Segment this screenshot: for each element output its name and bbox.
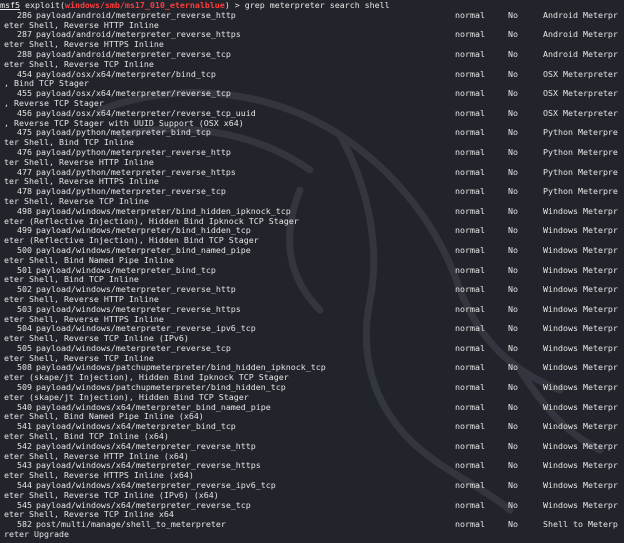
result-check: No bbox=[508, 88, 518, 99]
result-check: No bbox=[508, 519, 518, 530]
prompt-context-suffix: ) > bbox=[224, 0, 245, 10]
result-check: No bbox=[508, 401, 518, 412]
result-check: No bbox=[508, 244, 518, 255]
result-check: No bbox=[508, 29, 518, 40]
result-description: OSX Meterpreter bbox=[543, 89, 618, 99]
result-description: Windows Meterpr bbox=[543, 481, 618, 491]
result-check: No bbox=[508, 382, 518, 393]
result-description: Shell to Meterp bbox=[543, 520, 618, 530]
result-description: Windows Meterpr bbox=[543, 324, 618, 334]
result-rank: normal bbox=[455, 166, 485, 177]
result-rank: normal bbox=[455, 480, 485, 491]
result-rank: normal bbox=[455, 460, 485, 471]
result-check: No bbox=[508, 264, 518, 275]
result-rank: normal bbox=[455, 48, 485, 59]
terminal-output: msf5 exploit(windows/smb/ms17_010_eterna… bbox=[0, 0, 624, 540]
result-rank: normal bbox=[455, 362, 485, 373]
result-rank: normal bbox=[455, 499, 485, 510]
result-check: No bbox=[508, 205, 518, 216]
result-description: Windows Meterpr bbox=[543, 226, 618, 236]
result-check: No bbox=[508, 48, 518, 59]
result-check: No bbox=[508, 68, 518, 79]
search-results: 286 payload/android/meterpreter_reverse_h… bbox=[0, 9, 624, 540]
result-check: No bbox=[508, 421, 518, 432]
result-row: 454 payload/osx/x64/meterpreter/bind_tcp n… bbox=[0, 68, 624, 80]
result-description: OSX Meterpreter bbox=[543, 69, 618, 79]
result-rank: normal bbox=[455, 146, 485, 157]
result-description: Windows Meterpr bbox=[543, 206, 618, 216]
result-description: Android Meterpr bbox=[543, 30, 618, 40]
prompt-module: windows/smb/ms17_010_eternalblue bbox=[64, 0, 225, 10]
result-description: Android Meterpr bbox=[543, 49, 618, 59]
result-check: No bbox=[508, 107, 518, 118]
result-check: No bbox=[508, 323, 518, 334]
result-rank: normal bbox=[455, 382, 485, 393]
result-row-wrap: reter Upgrade bbox=[0, 529, 624, 540]
result-description: Windows Meterpr bbox=[543, 304, 618, 314]
result-rank: normal bbox=[455, 29, 485, 40]
result-check: No bbox=[508, 225, 518, 236]
result-check: No bbox=[508, 342, 518, 353]
result-description: Windows Meterpr bbox=[543, 265, 618, 275]
result-description: Windows Meterpr bbox=[543, 500, 618, 510]
result-check: No bbox=[508, 460, 518, 471]
result-check: No bbox=[508, 499, 518, 510]
result-description: OSX Meterpreter bbox=[543, 108, 618, 118]
result-description: Python Meterpre bbox=[543, 167, 618, 177]
result-rank: normal bbox=[455, 127, 485, 138]
result-rank: normal bbox=[455, 401, 485, 412]
result-rank: normal bbox=[455, 440, 485, 451]
result-rank: normal bbox=[455, 186, 485, 197]
result-rank: normal bbox=[455, 284, 485, 295]
result-rank: normal bbox=[455, 303, 485, 314]
result-description: Windows Meterpr bbox=[543, 422, 618, 432]
result-description: Android Meterpr bbox=[543, 10, 618, 20]
result-description: Python Meterpre bbox=[543, 147, 618, 157]
result-rank: normal bbox=[455, 323, 485, 334]
result-description: Windows Meterpr bbox=[543, 402, 618, 412]
result-check: No bbox=[508, 480, 518, 491]
result-rank: normal bbox=[455, 107, 485, 118]
result-description: Python Meterpre bbox=[543, 128, 618, 138]
result-check: No bbox=[508, 284, 518, 295]
result-rank: normal bbox=[455, 342, 485, 353]
result-description: Windows Meterpr bbox=[543, 441, 618, 451]
result-check: No bbox=[508, 127, 518, 138]
result-description: Windows Meterpr bbox=[543, 285, 618, 295]
result-rank: normal bbox=[455, 421, 485, 432]
result-description: Windows Meterpr bbox=[543, 245, 618, 255]
result-description-continuation: reter Upgrade bbox=[4, 529, 69, 540]
result-description: Windows Meterpr bbox=[543, 461, 618, 471]
result-rank: normal bbox=[455, 264, 485, 275]
result-rank: normal bbox=[455, 88, 485, 99]
prompt-app: msf5 bbox=[0, 0, 20, 10]
result-description: Windows Meterpr bbox=[543, 383, 618, 393]
result-check: No bbox=[508, 362, 518, 373]
result-rank: normal bbox=[455, 9, 485, 20]
terminal-window[interactable]: msf5 exploit(windows/smb/ms17_010_eterna… bbox=[0, 0, 624, 543]
result-check: No bbox=[508, 303, 518, 314]
prompt-command: grep meterpreter search shell bbox=[244, 0, 390, 10]
result-rank: normal bbox=[455, 225, 485, 236]
result-description: Python Meterpre bbox=[543, 187, 618, 197]
result-check: No bbox=[508, 166, 518, 177]
result-check: No bbox=[508, 146, 518, 157]
result-rank: normal bbox=[455, 68, 485, 79]
result-check: No bbox=[508, 186, 518, 197]
result-description: Windows Meterpr bbox=[543, 363, 618, 373]
result-row: 582 post/multi/manage/shell_to_meterprete… bbox=[0, 519, 624, 530]
result-check: No bbox=[508, 9, 518, 20]
result-description: Windows Meterpr bbox=[543, 343, 618, 353]
result-rank: normal bbox=[455, 519, 485, 530]
result-check: No bbox=[508, 440, 518, 451]
result-rank: normal bbox=[455, 205, 485, 216]
result-rank: normal bbox=[455, 244, 485, 255]
prompt-context-prefix: exploit( bbox=[19, 0, 65, 10]
